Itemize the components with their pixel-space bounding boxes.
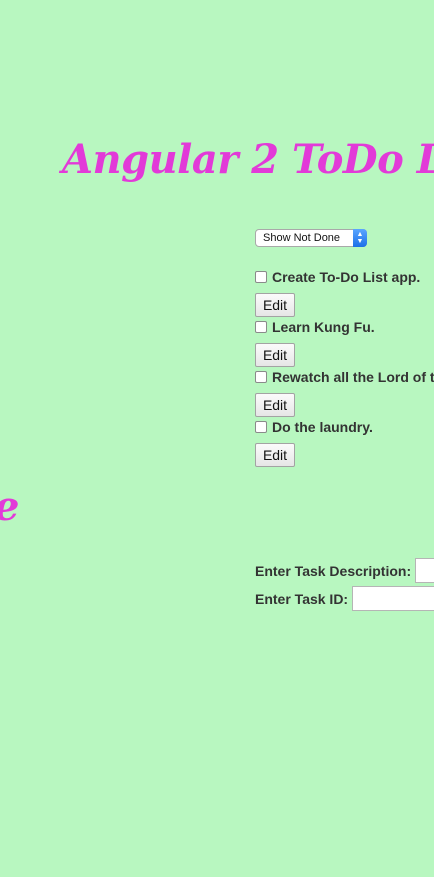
task-row: Do the laundry. (255, 419, 373, 435)
task-description-input[interactable] (415, 558, 434, 583)
task-item: Do the laundry. Edit (255, 416, 434, 467)
task-row: Create To-Do List app. (255, 269, 420, 285)
task-item: Create To-Do List app. Edit (255, 266, 434, 317)
task-description-row: Enter Task Description: (255, 558, 434, 583)
task-list: Create To-Do List app. Edit Learn Kung F… (255, 266, 434, 467)
task-done-checkbox[interactable] (255, 421, 267, 433)
task-id-label: Enter Task ID: (255, 590, 349, 607)
edit-task-button[interactable]: Edit (255, 393, 295, 417)
task-item: Learn Kung Fu. Edit (255, 316, 434, 367)
task-description: Rewatch all the Lord of t (272, 369, 434, 385)
edit-task-button[interactable]: Edit (255, 343, 295, 367)
task-id-input[interactable] (352, 586, 434, 611)
edit-task-button[interactable]: Edit (255, 443, 295, 467)
app-page: Angular 2 ToDo List e Show Not Done ▲▼ C… (0, 0, 434, 877)
task-row: Rewatch all the Lord of t (255, 369, 434, 385)
edit-task-button[interactable]: Edit (255, 293, 295, 317)
select-arrows-icon: ▲ ▼ (353, 229, 367, 247)
task-description-label: Enter Task Description: (255, 562, 412, 579)
completeness-filter-select[interactable]: Show Not Done ▲ ▼ (255, 229, 367, 247)
task-description: Learn Kung Fu. (272, 319, 375, 335)
partial-heading: e (0, 483, 19, 530)
filter-selected-value: Show Not Done (263, 232, 341, 244)
task-row: Learn Kung Fu. (255, 319, 375, 335)
task-description: Do the laundry. (272, 419, 373, 435)
task-done-checkbox[interactable] (255, 271, 267, 283)
page-title: Angular 2 ToDo List (62, 136, 434, 183)
task-done-checkbox[interactable] (255, 371, 267, 383)
task-item: Rewatch all the Lord of t Edit (255, 366, 434, 417)
task-description: Create To-Do List app. (272, 269, 421, 285)
task-done-checkbox[interactable] (255, 321, 267, 333)
task-id-row: Enter Task ID: (255, 586, 434, 611)
